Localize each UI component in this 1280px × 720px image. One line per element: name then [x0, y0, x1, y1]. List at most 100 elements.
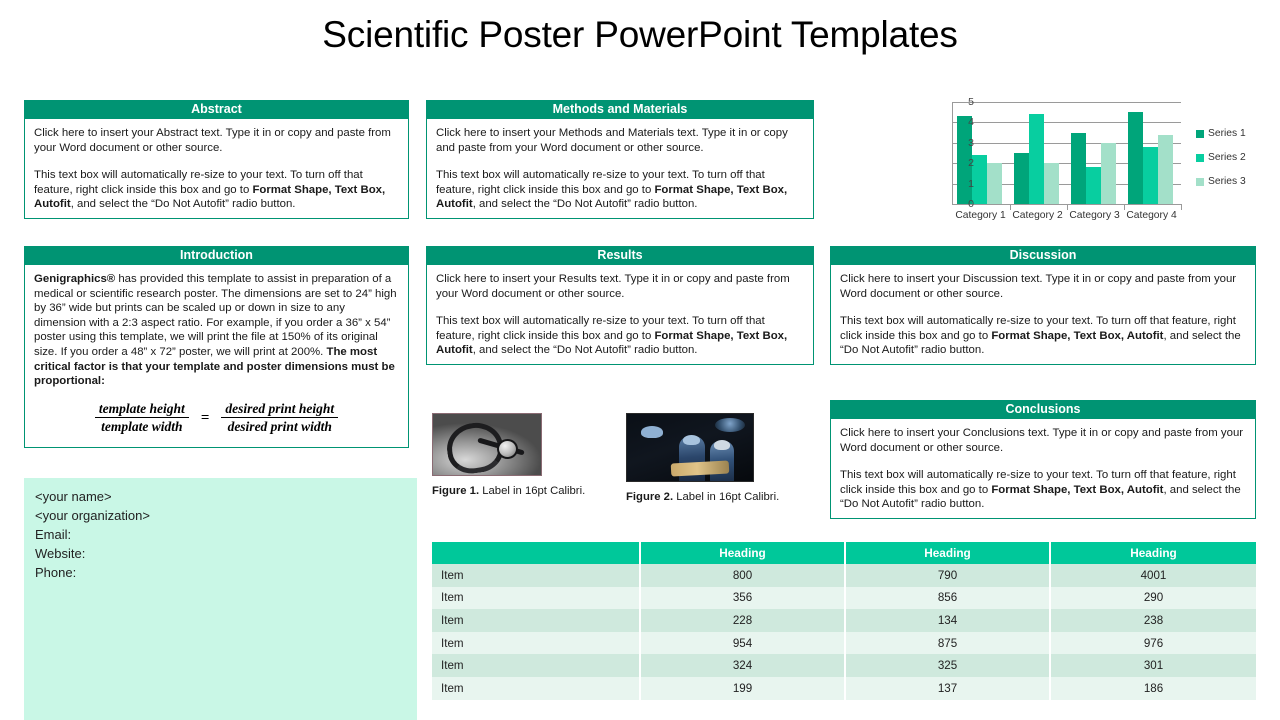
chart-legend-item[interactable]: Series 1: [1196, 128, 1246, 139]
table-row[interactable]: Item 228 134 238: [432, 609, 1256, 632]
chart-bar-group: [1071, 102, 1116, 204]
chart-bar[interactable]: [972, 155, 987, 204]
figures-row: Figure 1. Label in 16pt Calibri. Figure …: [432, 413, 822, 508]
surgical-lamp-icon: [715, 418, 745, 432]
chart-bar[interactable]: [1044, 163, 1059, 204]
table-item-cell: Item: [432, 676, 641, 700]
results-paragraph-1: Click here to insert your Results text. …: [436, 273, 790, 300]
chart-bar[interactable]: [1143, 146, 1158, 204]
abstract-paragraph-1: Click here to insert your Abstract text.…: [34, 127, 391, 154]
formula-left-denominator: template width: [101, 419, 183, 435]
table-row[interactable]: Item 800 790 4001: [432, 564, 1256, 587]
table-header-cell: Heading: [1050, 542, 1256, 564]
surgical-cap-2: [683, 435, 700, 445]
table-value-cell: 875: [845, 631, 1051, 655]
table-value-cell: 137: [845, 676, 1051, 700]
figure-1-block: Figure 1. Label in 16pt Calibri.: [432, 413, 585, 497]
results-body[interactable]: Click here to insert your Results text. …: [426, 265, 814, 365]
formula-right-fraction: desired print height desired print width: [221, 401, 339, 435]
introduction-body[interactable]: Genigraphics® has provided this template…: [24, 265, 409, 448]
results-paragraph-2: This text box will automatically re-size…: [436, 314, 804, 358]
contact-website-label: Website:: [35, 546, 86, 561]
table-row[interactable]: Item 199 137 186: [432, 676, 1256, 700]
conclusions-panel: Conclusions Click here to insert your Co…: [830, 400, 1256, 519]
legend-swatch-icon: [1196, 129, 1204, 138]
conclusions-heading: Conclusions: [830, 400, 1256, 419]
abstract-body[interactable]: Click here to insert your Abstract text.…: [24, 119, 409, 219]
table-row[interactable]: Item 356 856 290: [432, 586, 1256, 610]
table-item-cell: Item: [432, 654, 641, 677]
chart-bar[interactable]: [1128, 112, 1143, 204]
discussion-heading: Discussion: [830, 246, 1256, 265]
results-p2-part2: , and select the “Do Not Autofit” radio …: [472, 344, 698, 357]
chart-bar[interactable]: [1029, 114, 1044, 204]
table-value-cell: 954: [640, 631, 846, 655]
methods-body[interactable]: Click here to insert your Methods and Ma…: [426, 119, 814, 219]
chart-y-tick-label: 1: [968, 177, 974, 190]
methods-paragraph-2: This text box will automatically re-size…: [436, 168, 804, 212]
introduction-panel: Introduction Genigraphics® has provided …: [24, 246, 409, 448]
chart-legend-item[interactable]: Series 2: [1196, 152, 1246, 163]
abstract-heading: Abstract: [24, 100, 409, 119]
contact-name: <your name>: [35, 489, 112, 504]
table-value-cell: 800: [640, 564, 846, 587]
stethoscope-photo[interactable]: [432, 413, 542, 476]
figure-1-label: Figure 1.: [432, 485, 480, 497]
figure-2-caption: Figure 2. Label in 16pt Calibri.: [626, 491, 779, 503]
chart-category-label: Category 4: [1126, 210, 1177, 221]
introduction-heading: Introduction: [24, 246, 409, 265]
results-panel: Results Click here to insert your Result…: [426, 246, 814, 365]
chart-y-tick-label: 2: [968, 157, 974, 170]
table-value-cell: 290: [1050, 586, 1256, 610]
discussion-paragraph-1: Click here to insert your Discussion tex…: [840, 273, 1237, 300]
table-value-cell: 301: [1050, 654, 1256, 677]
chart-bar[interactable]: [1014, 153, 1029, 204]
chart-bar[interactable]: [1071, 132, 1086, 204]
formula-left-fraction: template height template width: [94, 401, 189, 435]
figure-1-caption-text: Label in 16pt Calibri.: [479, 485, 586, 497]
chart-category-label: Category 1: [955, 210, 1006, 221]
chart-y-tick-label: 3: [968, 136, 974, 149]
stethoscope-chestpiece-icon: [497, 439, 518, 459]
chart-legend-item[interactable]: Series 3: [1196, 176, 1246, 187]
abstract-panel: Abstract Click here to insert your Abstr…: [24, 100, 409, 219]
surgery-operating-room-photo[interactable]: [626, 413, 754, 482]
table-value-cell: 228: [640, 609, 846, 632]
table-header-blank: [432, 542, 641, 564]
contact-info-box[interactable]: <your name> <your organization> Email: W…: [24, 478, 417, 720]
formula-right-numerator: desired print height: [221, 401, 339, 419]
chart-legend: Series 1 Series 2 Series 3: [1196, 128, 1246, 200]
legend-label: Series 3: [1208, 176, 1246, 187]
legend-label: Series 2: [1208, 152, 1246, 163]
chart-category-label: Category 3: [1069, 210, 1120, 221]
contact-organization: <your organization>: [35, 508, 150, 523]
bar-chart[interactable]: 0 1 2 3 4 5 Category 1 Category 2 Category 3 Cat…: [908, 96, 1280, 228]
table-item-cell: Item: [432, 631, 641, 655]
chart-bar[interactable]: [987, 163, 1002, 204]
chart-bar[interactable]: [1101, 142, 1116, 204]
table-value-cell: 356: [640, 586, 846, 610]
discussion-panel: Discussion Click here to insert your Dis…: [830, 246, 1256, 365]
figure-1-caption: Figure 1. Label in 16pt Calibri.: [432, 485, 585, 497]
methods-heading: Methods and Materials: [426, 100, 814, 119]
legend-swatch-icon: [1196, 153, 1204, 162]
chart-y-tick-label: 0: [968, 198, 974, 210]
table-row[interactable]: Item 954 875 976: [432, 631, 1256, 655]
surgical-cap-1: [641, 426, 663, 438]
conclusions-body[interactable]: Click here to insert your Conclusions te…: [830, 419, 1256, 519]
table-value-cell: 134: [845, 609, 1051, 632]
legend-swatch-icon: [1196, 177, 1204, 186]
chart-bar[interactable]: [1158, 134, 1173, 204]
table-item-cell: Item: [432, 609, 641, 632]
figure-2-caption-text: Label in 16pt Calibri.: [673, 491, 780, 503]
chart-bar[interactable]: [1086, 167, 1101, 204]
discussion-body[interactable]: Click here to insert your Discussion tex…: [830, 265, 1256, 365]
contact-phone-label: Phone:: [35, 565, 77, 580]
table-row[interactable]: Item 324 325 301: [432, 654, 1256, 677]
discussion-p2-bold: Format Shape, Text Box, Autofit: [991, 329, 1164, 342]
data-table[interactable]: Heading Heading Heading Item 800 790 4001 Item…: [432, 542, 1256, 700]
chart-category-label: Category 2: [1012, 210, 1063, 221]
chart-y-tick-label: 5: [968, 96, 974, 108]
proportion-formula: template height template width = desired…: [34, 401, 399, 435]
table-value-cell: 238: [1050, 609, 1256, 632]
